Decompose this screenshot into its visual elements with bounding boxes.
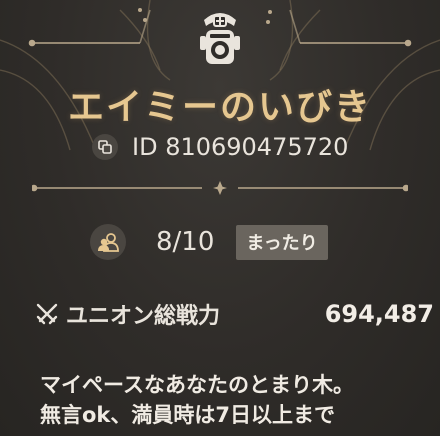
union-power-label: ユニオン総戦力 — [66, 304, 221, 329]
members-icon — [90, 224, 126, 260]
play-style-badge: まったり — [236, 224, 328, 260]
crossed-swords-icon — [36, 303, 58, 325]
club-id-row: ID 810690475720 — [92, 132, 348, 162]
description-line-1: マイペースなあなたのとまり木。 — [40, 373, 354, 397]
members-row: 8/10 まったり — [90, 222, 328, 262]
copy-icon — [98, 140, 112, 154]
union-power-row: ユニオン総戦力 694,487 — [34, 298, 434, 330]
union-power-value: 694,487 — [324, 300, 434, 328]
club-name: エイミーのいびき — [67, 87, 372, 128]
club-id: ID 810690475720 — [132, 133, 349, 161]
description-line-2: 無言ok、満員時は7日以上まで — [40, 403, 336, 427]
section-divider — [32, 181, 408, 195]
copy-id-button[interactable] — [92, 134, 118, 160]
club-emblem-icon — [200, 13, 240, 64]
club-description: マイペースなあなたのとまり木。 無言ok、満員時は7日以上まで — [40, 370, 430, 430]
member-count: 8/10 — [156, 227, 215, 257]
